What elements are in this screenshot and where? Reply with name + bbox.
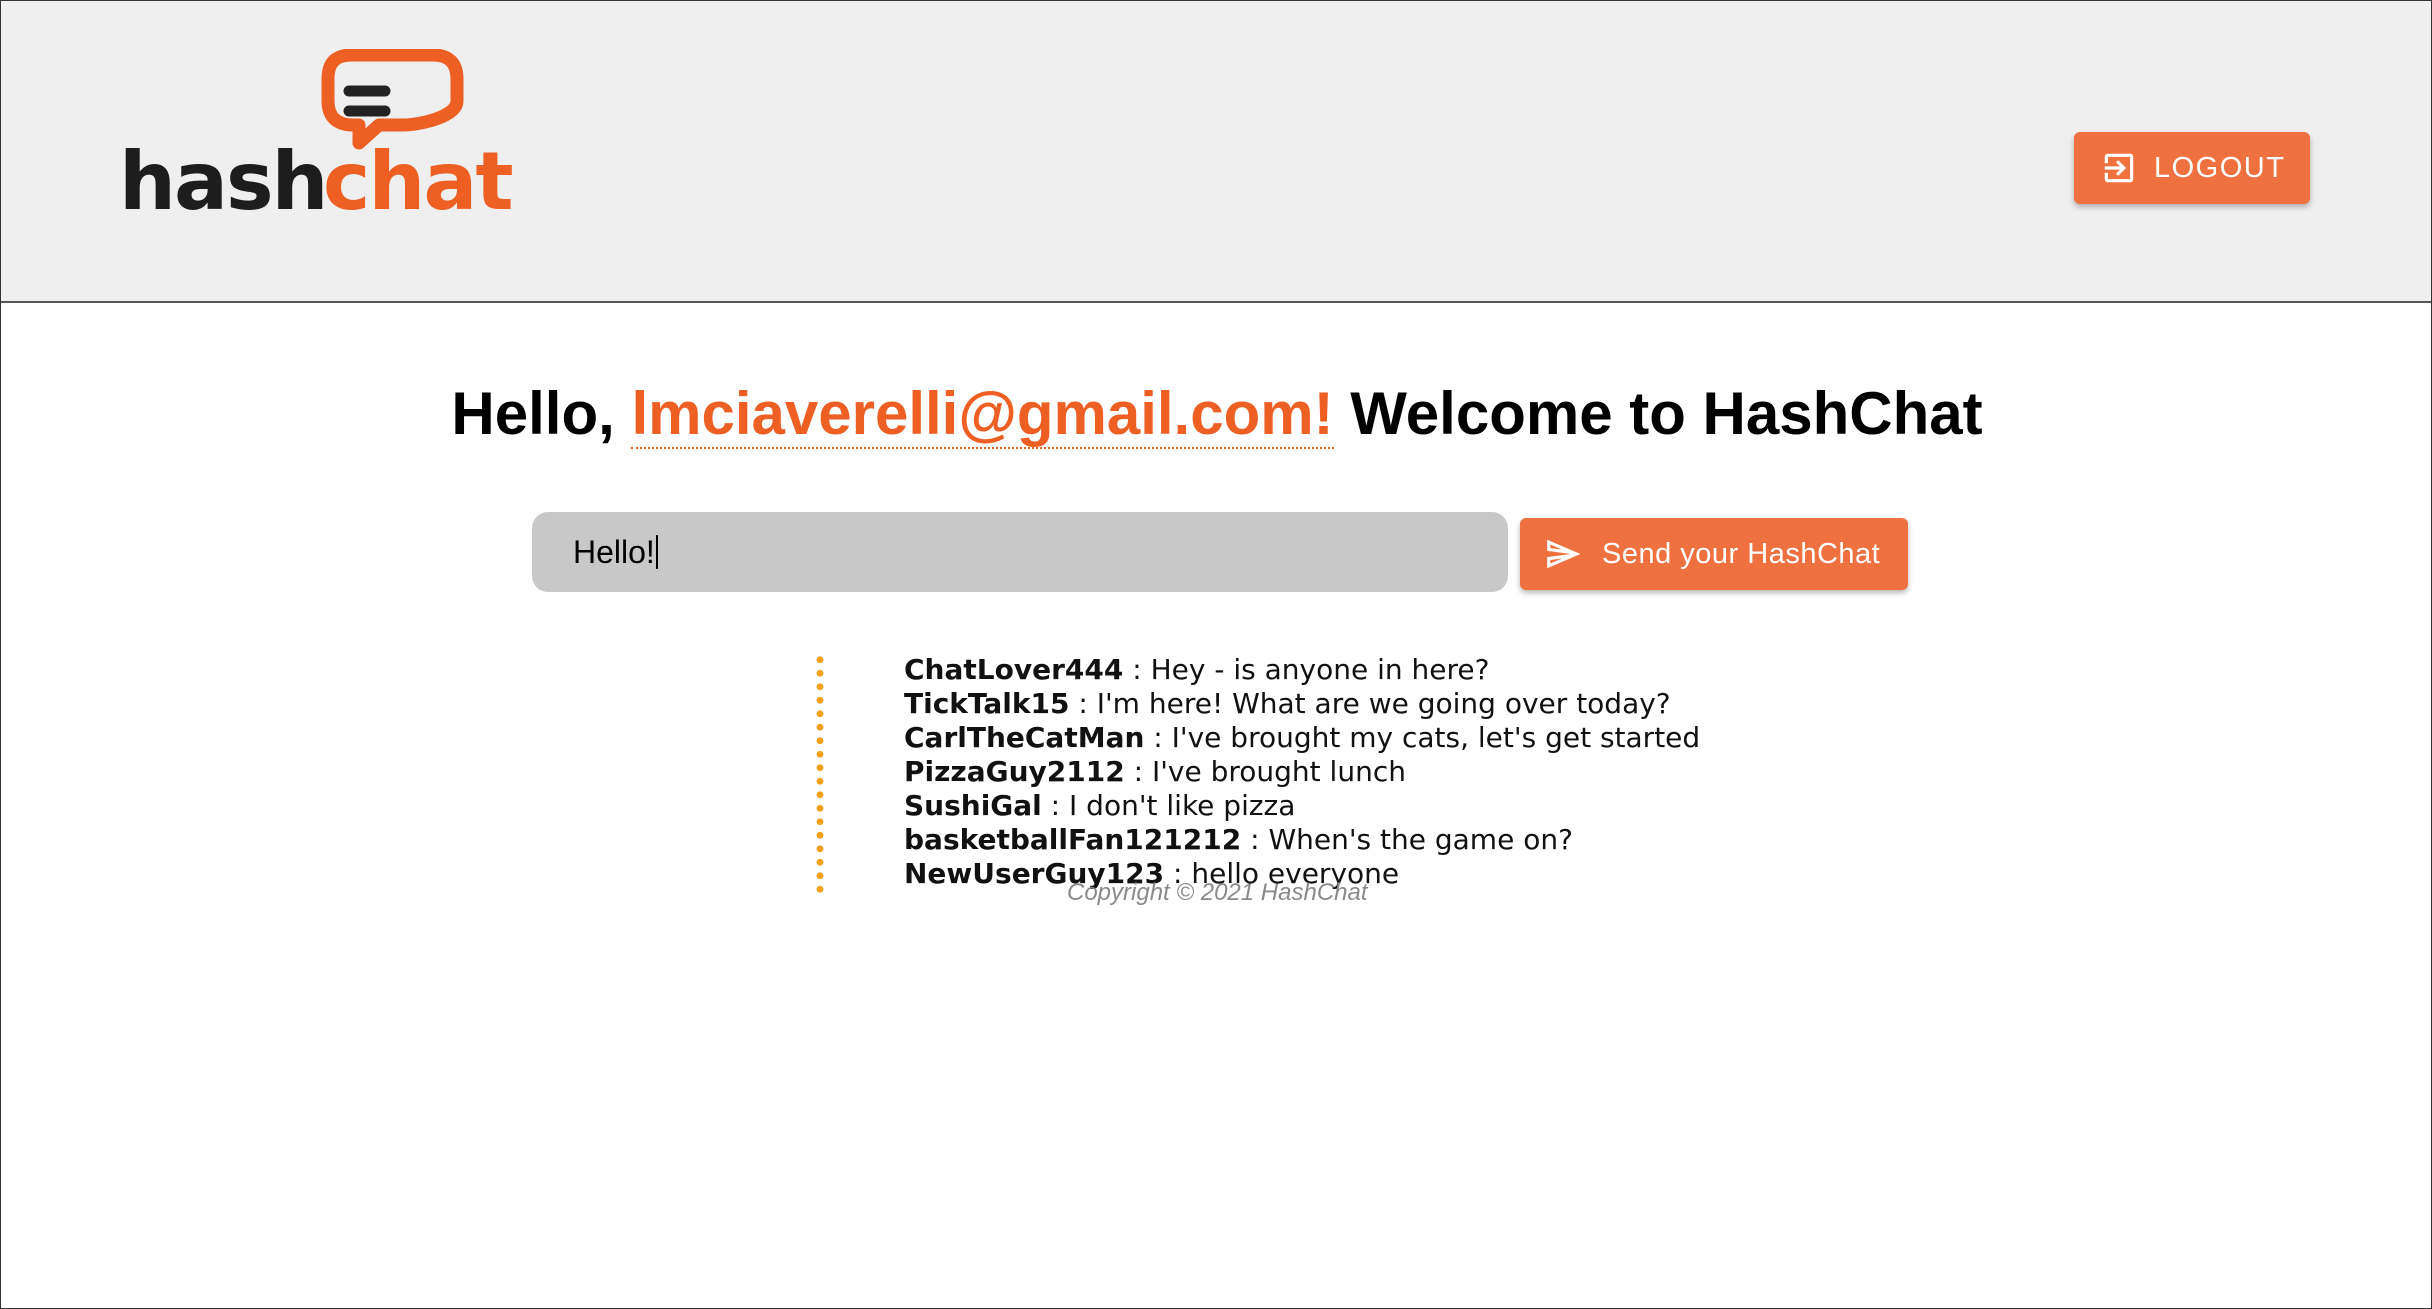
chat-message: PizzaGuy2112 : I've brought lunch: [904, 755, 1700, 789]
chat-message: TickTalk15 : I'm here! What are we going…: [904, 687, 1700, 721]
chat-message: basketballFan121212 : When's the game on…: [904, 823, 1700, 857]
logo-text-chat: chat: [323, 135, 512, 219]
message-input[interactable]: Hello!: [532, 512, 1508, 592]
logo-text-hash: hash: [119, 135, 327, 219]
chat-username: SushiGal: [904, 789, 1042, 822]
chat-username: ChatLover444: [904, 653, 1124, 686]
chat-message-text: : I've brought my cats, let's get starte…: [1144, 721, 1701, 754]
chat-message-list: ChatLover444 : Hey - is anyone in here? T…: [904, 653, 1700, 891]
chat-username: CarlTheCatMan: [904, 721, 1145, 754]
chat-message-text: : I don't like pizza: [1041, 789, 1296, 822]
chat-message: SushiGal : I don't like pizza: [904, 789, 1700, 823]
chat-message-text: : I'm here! What are we going over today…: [1069, 687, 1671, 720]
header: hash chat LOGOUT: [1, 1, 2431, 303]
logout-button[interactable]: LOGOUT: [2074, 132, 2310, 204]
hashchat-logo: hash chat: [119, 49, 514, 219]
send-label: Send your HashChat: [1602, 537, 1881, 570]
chat-username: PizzaGuy2112: [904, 755, 1125, 788]
logout-label: LOGOUT: [2154, 151, 2286, 184]
chat-message-text: : When's the game on?: [1241, 823, 1573, 856]
chat-username: TickTalk15: [904, 687, 1070, 720]
text-caret: [655, 535, 658, 569]
chat-message: CarlTheCatMan : I've brought my cats, le…: [904, 721, 1700, 755]
copyright-text: Copyright © 2021 HashChat: [1067, 879, 1368, 906]
chat-message-text: : I've brought lunch: [1124, 755, 1406, 788]
page-title: Hello, lmciaverelli@gmail.com! Welcome t…: [1, 379, 2431, 449]
app-window: hash chat LOGOUT Hello, lmciaverelli@gma…: [0, 0, 2432, 1309]
user-email: lmciaverelli@gmail.com!: [631, 380, 1334, 449]
chat-username: basketballFan121212: [904, 823, 1242, 856]
chat-message: ChatLover444 : Hey - is anyone in here?: [904, 653, 1700, 687]
greeting-prefix: Hello,: [451, 380, 615, 447]
chat-message-text: : Hey - is anyone in here?: [1123, 653, 1490, 686]
send-button[interactable]: Send your HashChat: [1520, 518, 1908, 590]
message-input-value: Hello!: [573, 533, 655, 570]
send-icon: [1547, 539, 1581, 569]
exit-to-app-icon: [2104, 153, 2134, 183]
greeting-suffix: Welcome to HashChat: [1350, 380, 1983, 447]
chat-timeline-divider: [816, 653, 824, 895]
chat-bubble-icon: [321, 49, 464, 150]
